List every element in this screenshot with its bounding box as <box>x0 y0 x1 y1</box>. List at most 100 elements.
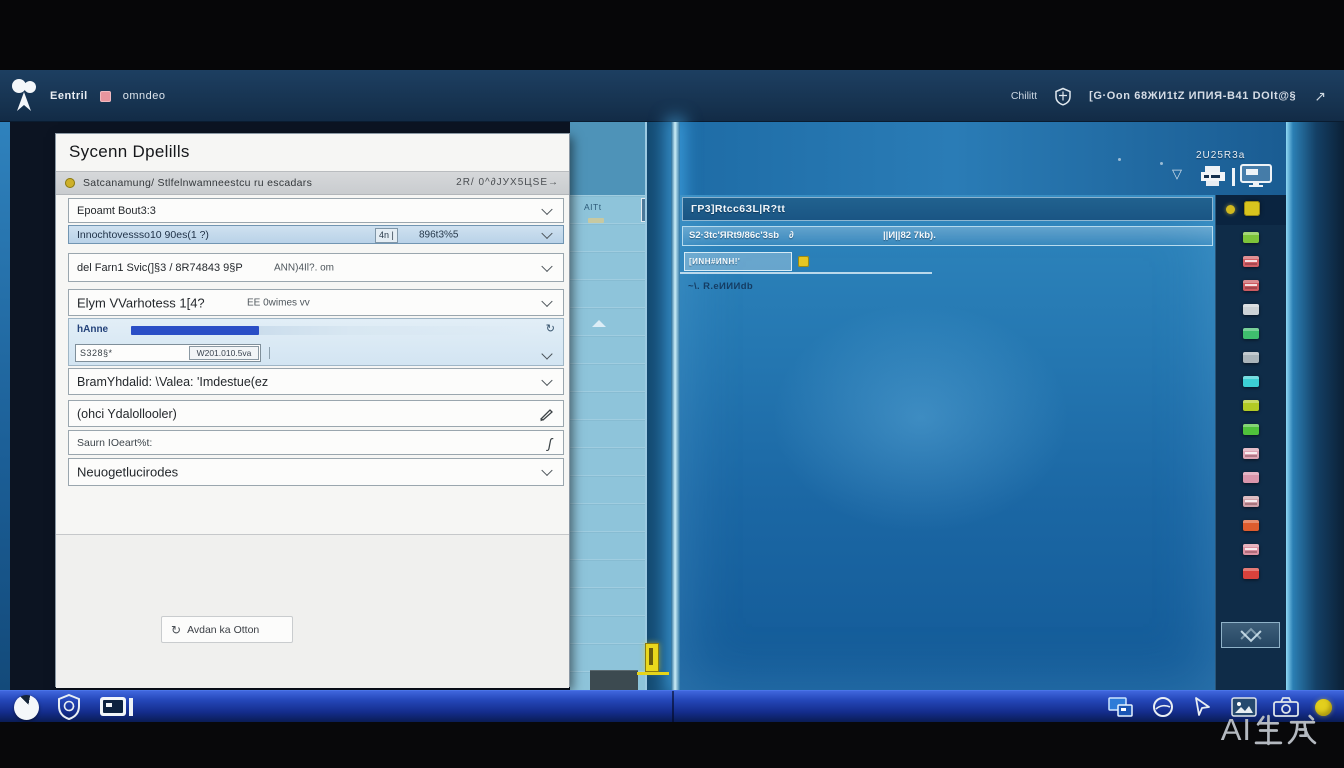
dialog-input-value: S328§* <box>80 348 113 358</box>
green-pill-icon[interactable] <box>1243 232 1259 243</box>
background-window-row-selected[interactable]: S2·3tc'ЯRt9/86c'3sb ∂ ||И||82 7kb). <box>682 226 1213 246</box>
dialog-action-button-label: Avdan ka Otton <box>187 624 259 636</box>
dialog-title: Sycenn Dpelills <box>69 142 190 162</box>
sidebar-top-band <box>570 122 645 195</box>
chevron-down-icon[interactable] <box>541 260 552 271</box>
menu-doc-label[interactable]: omndeo <box>123 90 166 102</box>
system-details-dialog: Sycenn Dpelills Satcanamung/ Stlfelnwamn… <box>55 133 570 687</box>
clock-icon[interactable] <box>14 695 39 720</box>
green-folder-icon[interactable] <box>1243 328 1259 339</box>
dialog-header-bar: Satcanamung/ Stlfelnwamneestcu ru escada… <box>56 171 569 195</box>
lime-square-icon[interactable] <box>1243 400 1259 411</box>
dialog-row-bram[interactable]: BramYhdalid: \Valea: 'Imdestue(ez <box>68 368 564 395</box>
background-window-titlebar[interactable]: ГР3]Rtcc6ЗL|R?tt <box>682 197 1213 221</box>
row-label: del Farn1 Svic(]§3 / 8R74843 9§P <box>77 262 243 274</box>
pink-wide-icon[interactable] <box>1243 448 1259 459</box>
dialog-action-button[interactable]: ↻ Avdan ka Otton <box>161 616 293 643</box>
dialog-input-field[interactable]: S328§* W201.010.5va <box>75 344 261 362</box>
security-shield-icon[interactable] <box>57 694 81 720</box>
status-dot-icon <box>65 178 75 188</box>
dialog-lower-area <box>56 535 569 688</box>
ai-watermark: AI <box>1221 712 1318 748</box>
background-window-sidebar[interactable]: AITt <box>570 122 645 690</box>
yellow-dot-icon <box>1226 205 1235 214</box>
progress-label: hAnne <box>77 324 108 335</box>
pen-icon[interactable] <box>539 407 555 422</box>
right-icon-strip-list <box>1216 232 1286 592</box>
top-letterbox <box>0 0 1344 70</box>
dialog-input-tab[interactable]: W201.010.5va <box>189 346 259 360</box>
gray-document-icon[interactable] <box>1243 304 1259 315</box>
background-window-hint-text: ~\. R.eИИИdb <box>688 281 753 292</box>
yellow-app-icon[interactable] <box>1244 201 1260 216</box>
gray-camera-icon[interactable] <box>1243 352 1259 363</box>
document-icon <box>100 91 111 102</box>
orange-red-square-icon[interactable] <box>1243 520 1259 531</box>
row-badge: 4n | <box>375 228 398 243</box>
dialog-row-epoamt[interactable]: Epoamt Bout3:3 <box>68 198 564 223</box>
refresh-icon[interactable]: ↻ <box>546 322 555 335</box>
tray-chevron-icon[interactable]: ▽ <box>1172 166 1182 182</box>
pink-square-icon[interactable] <box>1243 472 1259 483</box>
menu-status-label[interactable]: Chilitt <box>1011 90 1037 102</box>
printer-icon[interactable] <box>1198 164 1228 188</box>
dialog-row-smart[interactable]: Saurn IOeart%t: ʃ <box>68 430 564 455</box>
red-striped-icon-2[interactable] <box>1243 280 1259 291</box>
divider-glow-line <box>671 122 680 690</box>
chevron-down-icon[interactable] <box>541 348 552 359</box>
menu-info-label: [G·Oon 68ЖИ1tZ ИПИЯ-B41 DOIt@§ <box>1089 90 1296 102</box>
desktop: AITt ıV ГР3]Rtcc6ЗL|R?tt S2·3tc'ЯRt9/86c… <box>0 122 1344 690</box>
row-label: Elym VVarhotess 1[4? <box>77 295 205 310</box>
desktop-clock-text: 2U25R3a <box>1196 150 1245 161</box>
progress-bar <box>131 326 531 335</box>
chevron-down-icon[interactable] <box>541 203 552 214</box>
dialog-header-meta: 2R/ 0^∂JУX5ЦSE→ <box>456 177 559 188</box>
menu-arrow-icon[interactable]: ↗ <box>1314 88 1326 105</box>
bgw-row-mid: ∂ <box>789 227 794 245</box>
background-window-input-box[interactable]: [ИNН#ИNН!' <box>684 252 792 271</box>
background-window[interactable]: ГР3]Rtcc6ЗL|R?tt S2·3tc'ЯRt9/86c'3sb ∂ |… <box>680 195 1215 690</box>
shield-icon <box>1055 87 1071 106</box>
pink-striped-icon[interactable] <box>1243 544 1259 555</box>
sidebar-label: AITt <box>584 202 602 212</box>
watermark-cjk-glyphs <box>1254 712 1318 748</box>
browser-ring-icon[interactable] <box>1151 695 1175 719</box>
display-window-icon[interactable] <box>99 695 135 719</box>
progress-fill <box>131 326 259 335</box>
strip-scroll-button[interactable] <box>1221 622 1280 648</box>
cyan-square-icon[interactable] <box>1243 376 1259 387</box>
input-tick-mark <box>269 347 270 359</box>
refresh-icon: ↻ <box>171 623 181 637</box>
monitor-icon[interactable] <box>1240 164 1274 188</box>
chevron-down-icon[interactable] <box>541 374 552 385</box>
squiggle-icon: ʃ <box>548 435 552 451</box>
desktop-right-gradient <box>1286 122 1344 690</box>
app-logo-icon[interactable] <box>10 77 38 115</box>
yellow-file-icon <box>798 256 809 267</box>
green-square-icon[interactable] <box>1243 424 1259 435</box>
network-computers-icon[interactable] <box>1107 695 1135 719</box>
red-square-icon[interactable] <box>1243 568 1259 579</box>
dialog-header-label: Satcanamung/ Stlfelnwamneestcu ru escada… <box>83 177 312 189</box>
chevron-down-icon[interactable] <box>541 227 552 238</box>
dialog-row-farn[interactable]: del Farn1 Svic(]§3 / 8R74843 9§P ANN)4Il… <box>68 253 564 282</box>
row-label: Neuogetlucirodes <box>77 465 178 480</box>
dialog-row-neuoget[interactable]: Neuogetlucirodes <box>68 458 564 486</box>
sidebar-row-lines <box>570 195 645 690</box>
cursor-pointer-icon[interactable] <box>1191 695 1215 719</box>
dialog-row-selected[interactable]: Innochtovessso10 90es(1 ?) 4n | 896t3%5 <box>68 225 564 244</box>
red-striped-icon[interactable] <box>1243 256 1259 267</box>
menu-app-label[interactable]: Eentril <box>50 90 88 102</box>
dialog-row-validator[interactable]: (ohci Ydalollooler) <box>68 400 564 427</box>
bgw-underline <box>680 272 932 274</box>
bgw-row-label: S2·3tc'ЯRt9/86c'3sb <box>689 227 779 245</box>
row-label: (ohci Ydalollooler) <box>77 407 177 421</box>
pink-gray-icon[interactable] <box>1243 496 1259 507</box>
dialog-row-warehouse[interactable]: Elym VVarhotess 1[4? ЕЕ 0wimes vv <box>68 289 564 316</box>
desktop-left-accent-strip <box>0 122 10 690</box>
bgw-row-right: ||И||82 7kb). <box>883 227 936 245</box>
bottom-letterbox: AI <box>0 722 1344 768</box>
chevron-down-icon[interactable] <box>541 295 552 306</box>
chevron-down-icon[interactable] <box>541 465 552 476</box>
sidebar-caret-icon <box>592 320 606 327</box>
